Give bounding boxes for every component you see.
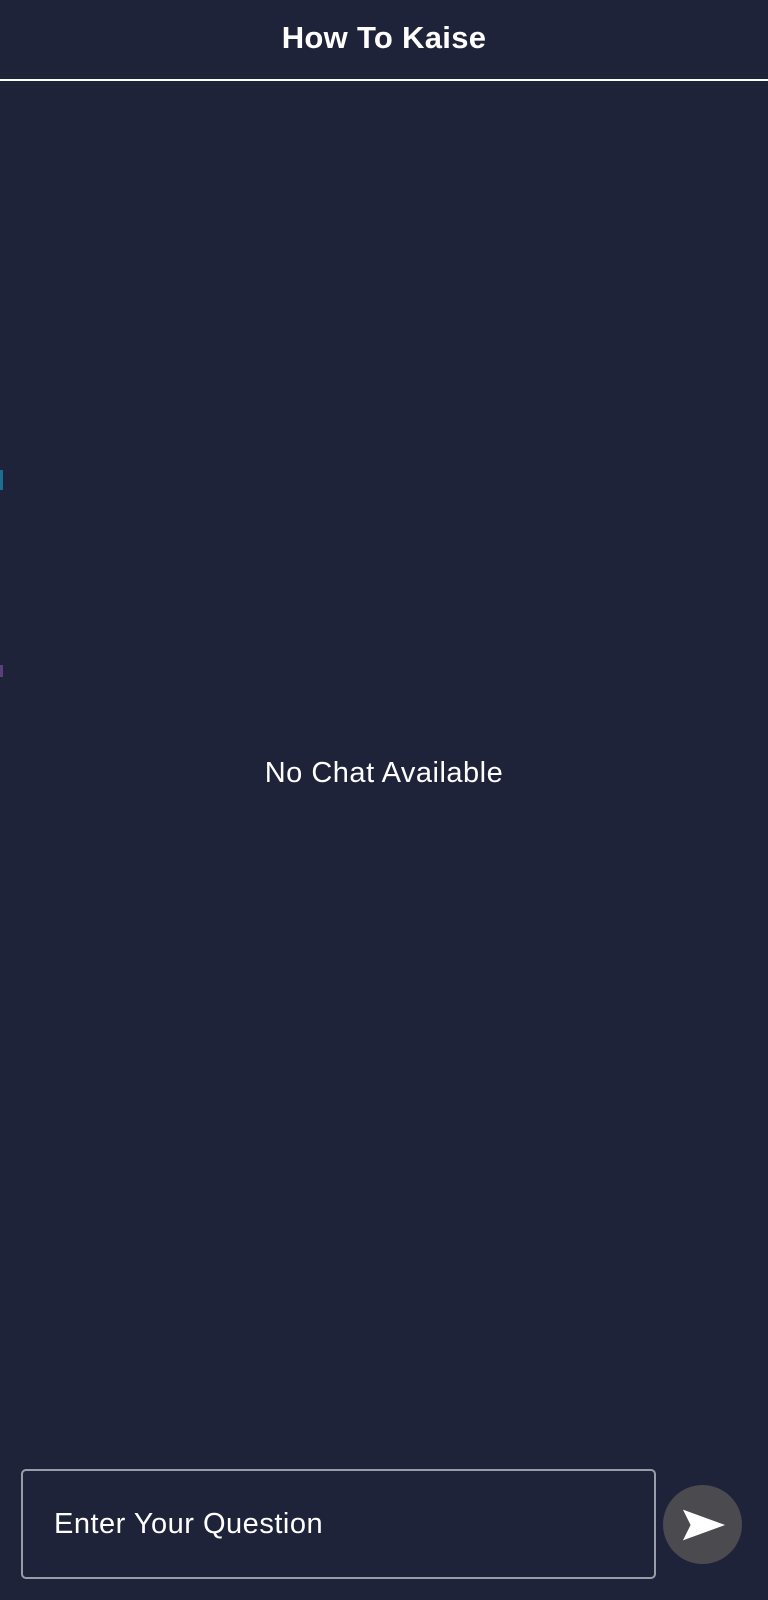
question-input[interactable]	[23, 1471, 654, 1577]
send-button[interactable]	[663, 1485, 742, 1564]
send-icon	[682, 1509, 725, 1540]
chat-area[interactable]: No Chat Available	[0, 81, 768, 1461]
app-title: How To Kaise	[281, 19, 487, 55]
question-composer[interactable]	[21, 1469, 656, 1579]
chat-screen: How To Kaise No Chat Available	[0, 0, 768, 1600]
empty-chat-message: No Chat Available	[264, 756, 504, 789]
app-header: How To Kaise	[0, 0, 768, 81]
